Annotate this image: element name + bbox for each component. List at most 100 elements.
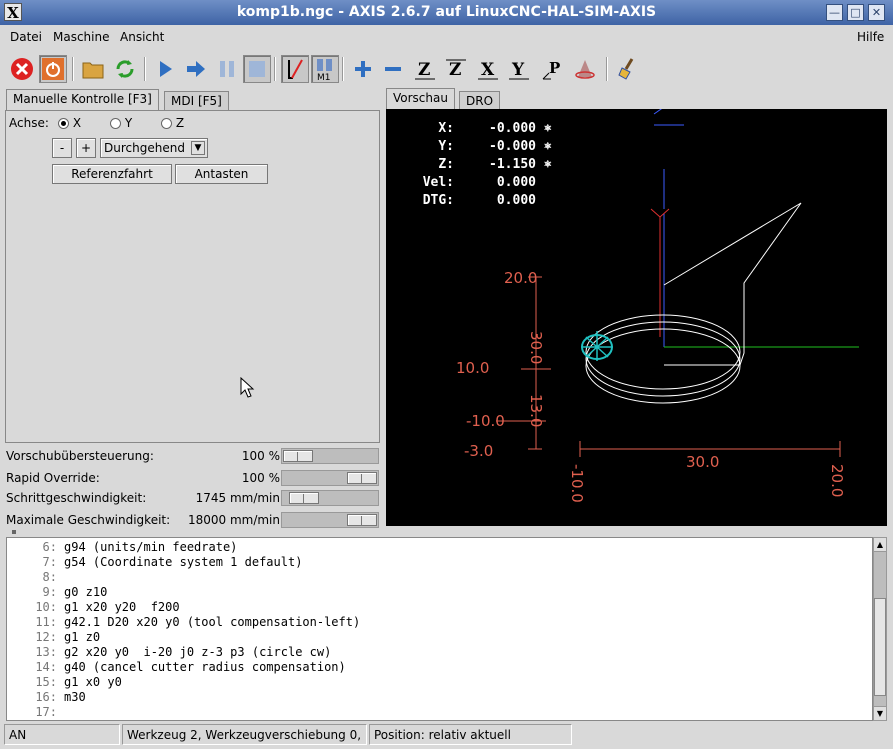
preview-canvas[interactable]: X: -0.000 ⎈ Y: -0.000 ⎈ Z: -1.150 ⎈ Vel: 0.0… — [386, 109, 887, 526]
minus-icon — [385, 67, 401, 71]
max-velocity-slider[interactable] — [281, 512, 379, 528]
view-z-icon: Z — [415, 60, 435, 80]
close-button[interactable]: ✕ — [868, 4, 885, 21]
jog-mode-select[interactable]: Durchgehend ▼ — [100, 138, 208, 158]
gcode-line[interactable]: 14: g40 (cancel cutter radius compensatio… — [7, 660, 872, 675]
gcode-line[interactable]: 9: g0 z10 — [7, 585, 872, 600]
rapid-override-row: Rapid Override: 100 % — [6, 470, 379, 488]
view-z2-button[interactable]: Z — [442, 55, 470, 83]
axis-radio-y[interactable]: Y — [110, 116, 132, 130]
jog-speed-slider[interactable] — [281, 490, 379, 506]
window-title: komp1b.ngc - AXIS 2.6.7 auf LinuxCNC-HAL… — [236, 4, 657, 20]
dim-x-min: -10.0 — [568, 464, 586, 503]
dim-z-neg: -3.0 — [464, 442, 493, 460]
reload-button[interactable] — [111, 55, 139, 83]
folder-icon — [82, 62, 104, 79]
tab-manual[interactable]: Manuelle Kontrolle [F3] — [6, 89, 159, 111]
zoom-in-button[interactable] — [349, 55, 377, 83]
gcode-listing[interactable]: 6: g94 (units/min feedrate) 7: g54 (Coordin… — [6, 537, 873, 721]
toolpath-view: 20.0 10.0 -10.0 -3.0 30.0 30.0 13.0 -10.… — [456, 109, 859, 503]
max-velocity-row: Maximale Geschwindigkeit: 18000 mm/min — [6, 512, 379, 530]
block-delete-button[interactable] — [281, 55, 309, 83]
scroll-down-icon[interactable]: ▼ — [874, 706, 886, 720]
estop-button[interactable] — [8, 55, 36, 83]
menu-ansicht[interactable]: Ansicht — [120, 30, 164, 44]
view-x-button[interactable]: X — [474, 55, 502, 83]
touch-off-button[interactable]: Antasten — [175, 164, 268, 184]
gcode-scrollbar[interactable]: ▲ ▼ — [873, 537, 887, 721]
svg-text:Y: Y — [511, 60, 525, 80]
optional-stop-button[interactable]: M1 — [311, 55, 339, 83]
menu-maschine[interactable]: Maschine — [53, 30, 109, 44]
view-y-icon: Y — [509, 60, 529, 80]
gcode-line[interactable]: 11: g42.1 D20 x20 y0 (tool compensation-l… — [7, 615, 872, 630]
line-number: 9: — [42, 585, 57, 599]
gcode-line[interactable]: 16: m30 — [7, 690, 872, 705]
estop-icon — [11, 58, 33, 80]
dim-y-top: 20.0 — [504, 269, 537, 287]
line-number: 17: — [35, 705, 57, 719]
view-y-button[interactable]: Y — [505, 55, 533, 83]
gcode-line[interactable]: 15: g1 x0 y0 — [7, 675, 872, 690]
rotate-view-icon — [575, 60, 595, 79]
tab-dro[interactable]: DRO — [459, 91, 501, 111]
scroll-thumb[interactable] — [874, 598, 886, 696]
svg-text:X: X — [481, 60, 495, 80]
reload-icon — [116, 60, 134, 78]
line-text: g40 (cancel cutter radius compensation) — [64, 660, 346, 674]
toolpath-lines — [663, 202, 802, 366]
gcode-line[interactable]: 17: — [7, 705, 872, 720]
view-p-button[interactable]: P — [538, 55, 566, 83]
toolpath-circle-2 — [585, 321, 741, 397]
axis-label: Achse: — [9, 116, 49, 130]
line-number: 10: — [35, 600, 57, 614]
axis-radio-z[interactable]: Z — [161, 116, 184, 130]
maximize-button[interactable]: □ — [847, 4, 864, 21]
gcode-line[interactable]: 10: g1 x20 y20 f200 — [7, 600, 872, 615]
gcode-line[interactable]: 6: g94 (units/min feedrate) — [7, 540, 872, 555]
line-number: 13: — [35, 645, 57, 659]
toolbar: M1 Z Z X Y P — [0, 52, 893, 86]
dim-y-mid: 10.0 — [456, 359, 489, 377]
line-text: g94 (units/min feedrate) — [64, 540, 238, 554]
view-z-button[interactable]: Z — [411, 55, 439, 83]
view-z2-icon: Z — [446, 59, 466, 80]
gcode-line[interactable]: 7: g54 (Coordinate system 1 default) — [7, 555, 872, 570]
run-button[interactable] — [151, 55, 179, 83]
machine-power-button[interactable] — [39, 55, 67, 83]
pane-resize-handle[interactable] — [12, 530, 16, 534]
line-text: g0 z10 — [64, 585, 108, 599]
minimize-button[interactable]: — — [826, 4, 843, 21]
tab-mdi[interactable]: MDI [F5] — [164, 91, 229, 111]
jog-minus-button[interactable]: - — [52, 138, 72, 158]
tool-crosshair — [581, 331, 613, 361]
broom-icon — [618, 58, 634, 80]
tab-preview[interactable]: Vorschau — [386, 88, 455, 110]
rapid-override-label: Rapid Override: — [6, 471, 100, 485]
line-number: 15: — [35, 675, 57, 689]
zoom-out-button[interactable] — [379, 55, 407, 83]
stop-button[interactable] — [243, 55, 271, 83]
menu-hilfe[interactable]: Hilfe — [857, 30, 884, 44]
open-file-button[interactable] — [79, 55, 107, 83]
menu-bar: Datei Maschine Ansicht Hilfe — [0, 25, 893, 50]
jog-plus-button[interactable]: + — [76, 138, 96, 158]
block-delete-icon — [288, 59, 303, 79]
svg-text:M1: M1 — [317, 73, 331, 81]
axis-radio-x[interactable]: X — [58, 116, 81, 130]
step-button[interactable] — [182, 55, 210, 83]
line-text: g54 (Coordinate system 1 default) — [64, 555, 303, 569]
home-button[interactable]: Referenzfahrt — [52, 164, 172, 184]
chevron-down-icon: ▼ — [191, 141, 205, 155]
gcode-line[interactable]: 12: g1 z0 — [7, 630, 872, 645]
rotate-view-button[interactable] — [571, 55, 599, 83]
menu-datei[interactable]: Datei — [10, 30, 42, 44]
clear-preview-button[interactable] — [614, 55, 642, 83]
gcode-line[interactable]: 8: — [7, 570, 872, 585]
feed-override-slider[interactable] — [281, 448, 379, 464]
pause-button[interactable] — [213, 55, 241, 83]
gcode-line[interactable]: 13: g2 x20 y0 i-20 j0 z-3 p3 (circle cw) — [7, 645, 872, 660]
dim-x-max: 20.0 — [828, 464, 846, 497]
scroll-up-icon[interactable]: ▲ — [874, 538, 886, 552]
rapid-override-slider[interactable] — [281, 470, 379, 486]
